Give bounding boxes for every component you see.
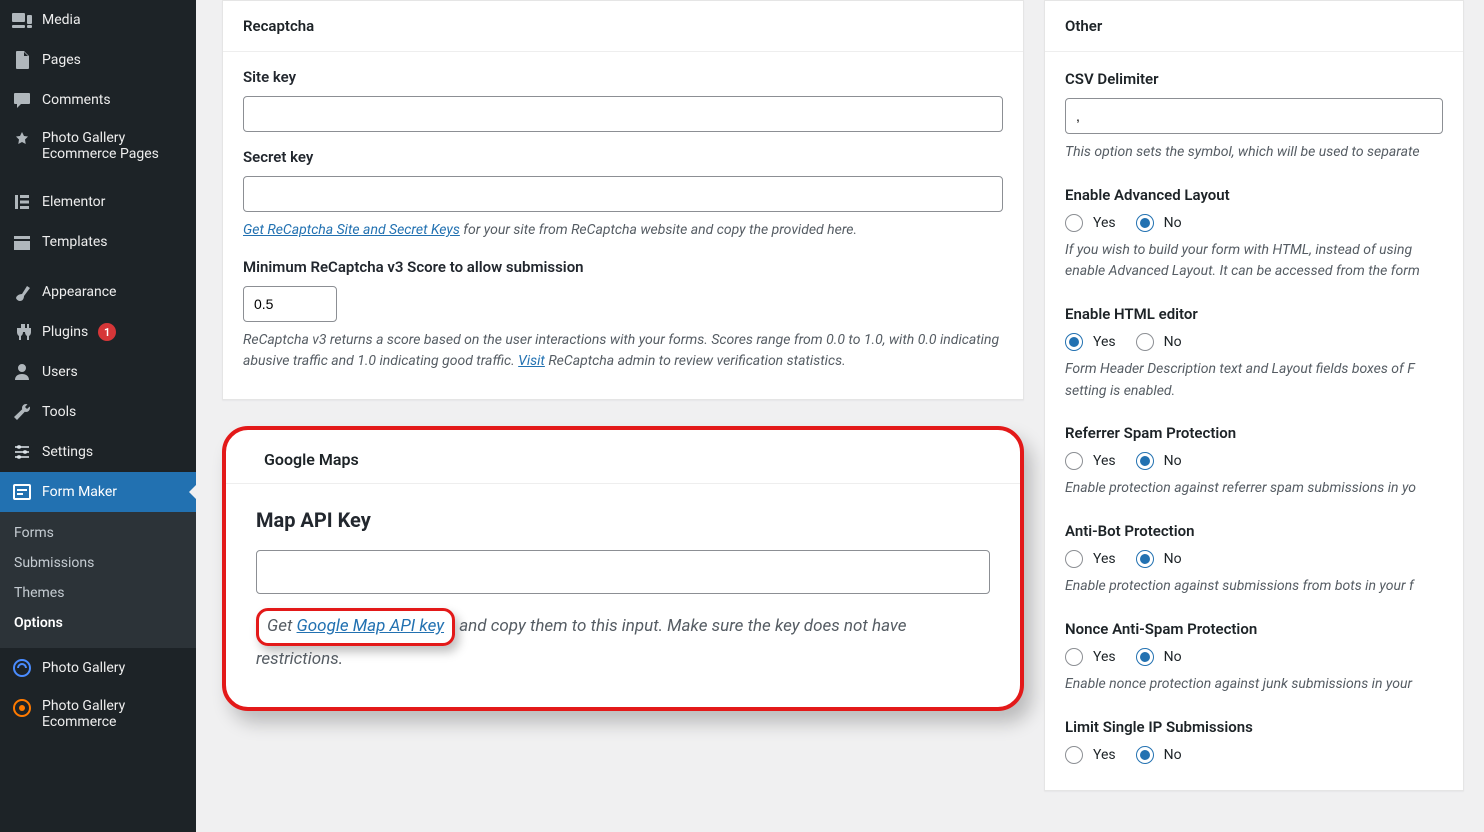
users-icon bbox=[12, 362, 32, 382]
sidebar-item-comments[interactable]: Comments bbox=[0, 80, 196, 120]
elementor-icon bbox=[12, 192, 32, 212]
sidebar-item-settings[interactable]: Settings bbox=[0, 432, 196, 472]
sidebar-item-label: Templates bbox=[42, 234, 108, 250]
photo-gallery-icon bbox=[12, 658, 32, 678]
settings-icon bbox=[12, 442, 32, 462]
sidebar-item-label: Comments bbox=[42, 92, 111, 108]
anti-bot-label: Anti-Bot Protection bbox=[1065, 522, 1443, 540]
sidebar-item-appearance[interactable]: Appearance bbox=[0, 272, 196, 312]
referrer-spam-no[interactable] bbox=[1136, 452, 1154, 470]
pin-icon bbox=[12, 130, 32, 150]
sidebar-item-photo-gallery[interactable]: Photo Gallery bbox=[0, 648, 196, 688]
panel-title: Google Maps bbox=[226, 430, 1020, 484]
html-editor-no[interactable] bbox=[1136, 333, 1154, 351]
submenu-themes[interactable]: Themes bbox=[0, 578, 196, 608]
sidebar-item-elementor[interactable]: Elementor bbox=[0, 182, 196, 222]
advanced-layout-hint: If you wish to build your form with HTML… bbox=[1065, 240, 1443, 283]
csv-delimiter-input[interactable] bbox=[1065, 98, 1443, 134]
sidebar-item-form-maker[interactable]: Form Maker bbox=[0, 472, 196, 512]
advanced-layout-no[interactable] bbox=[1136, 214, 1154, 232]
sidebar-item-label: Elementor bbox=[42, 194, 105, 210]
plugins-icon bbox=[12, 322, 32, 342]
submenu-options[interactable]: Options bbox=[0, 608, 196, 638]
referrer-spam-yes[interactable] bbox=[1065, 452, 1083, 470]
nonce-hint: Enable nonce protection against junk sub… bbox=[1065, 674, 1443, 696]
sidebar-item-label: Pages bbox=[42, 52, 81, 68]
anti-bot-no[interactable] bbox=[1136, 550, 1154, 568]
comments-icon bbox=[12, 90, 32, 110]
panel-other: Other CSV Delimiter This option sets the… bbox=[1044, 0, 1464, 791]
map-api-key-input[interactable] bbox=[256, 550, 990, 594]
secret-key-label: Secret key bbox=[243, 148, 1003, 166]
html-editor-hint: Form Header Description text and Layout … bbox=[1065, 359, 1443, 402]
sidebar-item-label: Tools bbox=[42, 404, 76, 420]
sidebar-item-photo-gallery-ecommerce[interactable]: Photo Gallery Ecommerce bbox=[0, 688, 196, 740]
html-editor-label: Enable HTML editor bbox=[1065, 305, 1443, 323]
sidebar-item-label: Users bbox=[42, 364, 78, 380]
secret-key-input[interactable] bbox=[243, 176, 1003, 212]
photo-gallery-ecommerce-icon bbox=[12, 698, 32, 718]
submenu-submissions[interactable]: Submissions bbox=[0, 548, 196, 578]
recaptcha-visit-link[interactable]: Visit bbox=[518, 353, 545, 369]
sidebar-item-label: Plugins bbox=[42, 324, 88, 340]
submenu-forms[interactable]: Forms bbox=[0, 518, 196, 548]
media-icon bbox=[12, 10, 32, 30]
form-maker-icon bbox=[12, 482, 32, 502]
sidebar-item-pge-pages[interactable]: Photo Gallery Ecommerce Pages bbox=[0, 120, 196, 172]
plugins-updates-badge: 1 bbox=[98, 323, 116, 341]
sidebar-item-users[interactable]: Users bbox=[0, 352, 196, 392]
limit-ip-yes[interactable] bbox=[1065, 746, 1083, 764]
sidebar-item-label: Photo Gallery Ecommerce Pages bbox=[42, 130, 184, 162]
limit-ip-label: Limit Single IP Submissions bbox=[1065, 718, 1443, 736]
map-api-key-label: Map API Key bbox=[256, 508, 990, 532]
referrer-spam-label: Referrer Spam Protection bbox=[1065, 424, 1443, 442]
sidebar-item-label: Appearance bbox=[42, 284, 116, 300]
sidebar-item-plugins[interactable]: Plugins 1 bbox=[0, 312, 196, 352]
sidebar-item-media[interactable]: Media bbox=[0, 0, 196, 40]
google-map-api-link[interactable]: Google Map API key bbox=[297, 616, 444, 636]
recaptcha-score-label: Minimum ReCaptcha v3 Score to allow subm… bbox=[243, 258, 1003, 276]
templates-icon bbox=[12, 232, 32, 252]
advanced-layout-label: Enable Advanced Layout bbox=[1065, 186, 1443, 204]
map-api-key-hint: Get Google Map API key and copy them to … bbox=[256, 608, 990, 673]
panel-title: Recaptcha bbox=[223, 1, 1023, 52]
sidebar-item-label: Photo Gallery Ecommerce bbox=[42, 698, 184, 730]
panel-title: Other bbox=[1045, 1, 1463, 52]
referrer-spam-hint: Enable protection against referrer spam … bbox=[1065, 478, 1443, 500]
brush-icon bbox=[12, 282, 32, 302]
csv-delimiter-hint: This option sets the symbol, which will … bbox=[1065, 142, 1443, 164]
sidebar-item-label: Media bbox=[42, 12, 81, 28]
panel-google-maps: Google Maps Map API Key Get Google Map A… bbox=[222, 426, 1024, 711]
panel-recaptcha: Recaptcha Site key Secret key Get ReCapt… bbox=[222, 0, 1024, 400]
sidebar-item-pages[interactable]: Pages bbox=[0, 40, 196, 80]
anti-bot-yes[interactable] bbox=[1065, 550, 1083, 568]
recaptcha-score-input[interactable] bbox=[243, 286, 337, 322]
nonce-label: Nonce Anti-Spam Protection bbox=[1065, 620, 1443, 638]
sidebar-item-tools[interactable]: Tools bbox=[0, 392, 196, 432]
html-editor-yes[interactable] bbox=[1065, 333, 1083, 351]
pages-icon bbox=[12, 50, 32, 70]
recaptcha-score-hint: ReCaptcha v3 returns a score based on th… bbox=[243, 330, 1003, 373]
recaptcha-keys-link[interactable]: Get ReCaptcha Site and Secret Keys bbox=[243, 222, 460, 238]
map-api-link-highlight: Get Google Map API key bbox=[256, 608, 455, 646]
sidebar-item-templates[interactable]: Templates bbox=[0, 222, 196, 262]
sidebar-submenu-form-maker: Forms Submissions Themes Options bbox=[0, 512, 196, 648]
limit-ip-no[interactable] bbox=[1136, 746, 1154, 764]
sidebar-item-label: Settings bbox=[42, 444, 93, 460]
advanced-layout-yes[interactable] bbox=[1065, 214, 1083, 232]
site-key-input[interactable] bbox=[243, 96, 1003, 132]
sidebar-item-label: Form Maker bbox=[42, 484, 117, 500]
csv-delimiter-label: CSV Delimiter bbox=[1065, 70, 1443, 88]
tools-icon bbox=[12, 402, 32, 422]
nonce-no[interactable] bbox=[1136, 648, 1154, 666]
site-key-label: Site key bbox=[243, 68, 1003, 86]
anti-bot-hint: Enable protection against submissions fr… bbox=[1065, 576, 1443, 598]
recaptcha-keys-hint: Get ReCaptcha Site and Secret Keys for y… bbox=[243, 220, 1003, 242]
sidebar-item-label: Photo Gallery bbox=[42, 660, 125, 676]
content-area: Recaptcha Site key Secret key Get ReCapt… bbox=[196, 0, 1484, 832]
admin-sidebar: Media Pages Comments Photo Gallery Ecomm… bbox=[0, 0, 196, 832]
nonce-yes[interactable] bbox=[1065, 648, 1083, 666]
